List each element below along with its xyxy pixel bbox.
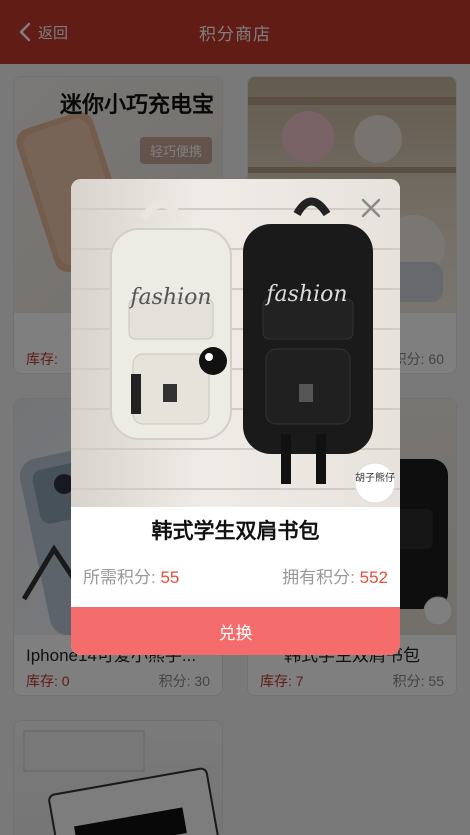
- owned-points: 拥有积分: 552: [282, 563, 388, 588]
- exchange-button[interactable]: 兑换: [71, 607, 400, 655]
- owned-points-value: 552: [359, 568, 388, 587]
- owned-points-label: 拥有积分:: [282, 568, 355, 587]
- required-points-value: 55: [160, 568, 180, 587]
- modal-product-image: fashion fashion 胡子熊仔: [71, 179, 400, 507]
- modal-product-name: 韩式学生双肩书包: [151, 520, 320, 543]
- exchange-dialog: fashion fashion 胡子熊仔 韩式学生双肩书包 所需积分: 55 拥…: [71, 179, 400, 655]
- required-points-label: 所需积分:: [83, 568, 156, 587]
- backpacks-illustration: fashion fashion 胡子熊仔: [71, 197, 400, 504]
- required-points: 所需积分: 55: [83, 563, 179, 588]
- bag-text-right: fashion: [264, 282, 347, 307]
- logo-text: 胡子熊仔: [355, 471, 395, 484]
- close-icon[interactable]: [360, 197, 382, 219]
- bag-text-left: fashion: [128, 285, 211, 310]
